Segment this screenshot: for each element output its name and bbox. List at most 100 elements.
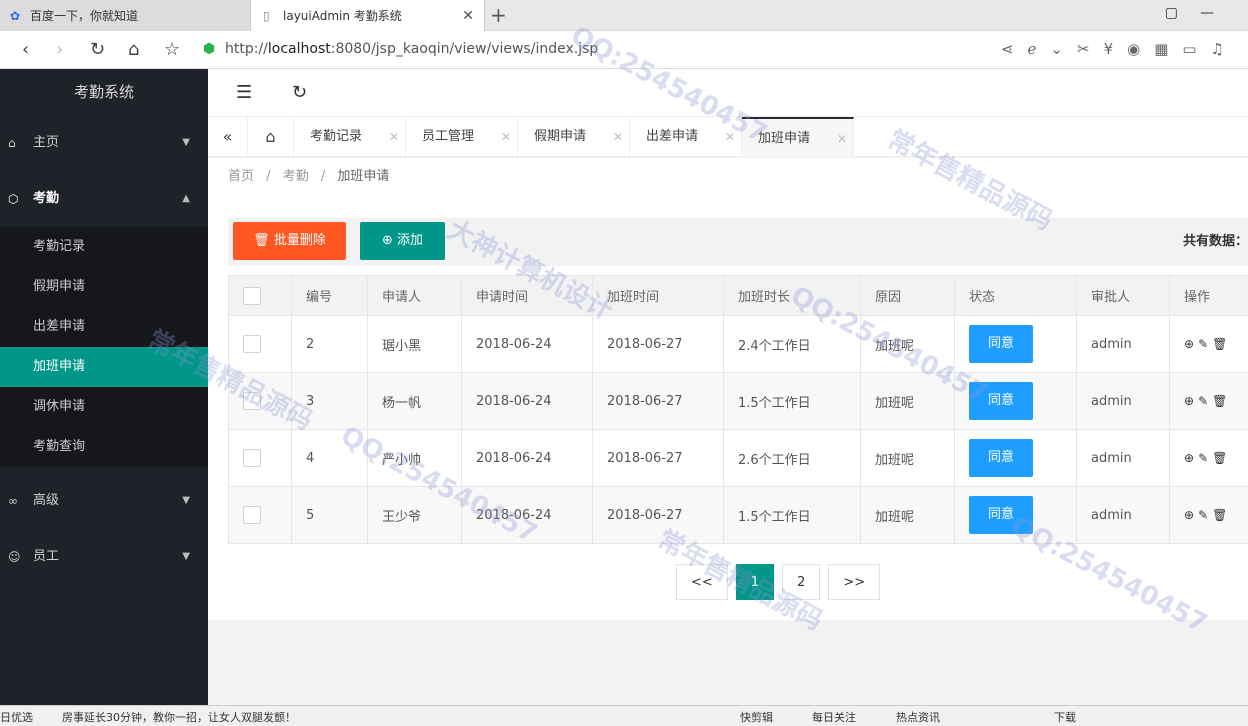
taskbar-item[interactable]: 每日关注 [812, 709, 856, 725]
tab-leave[interactable]: 假期申请 ✕ [518, 117, 630, 157]
sidebar-subitem-dayoff[interactable]: 调休申请 [0, 387, 208, 427]
caret-up-icon: ▲ [182, 193, 190, 204]
app-title: 考勤系统 [73, 83, 134, 101]
infinity-icon: ∞ [8, 494, 18, 508]
sidebar-item-attendance[interactable]: ⬡ 考勤 ▲ [0, 171, 208, 227]
url-field[interactable]: http://localhost:8080/jsp_kaoqin/view/vi… [225, 41, 598, 57]
status-button[interactable]: 同意 [969, 496, 1033, 534]
column-header: 审批人 [1076, 275, 1170, 316]
tab-staff[interactable]: 员工管理 ✕ [406, 117, 518, 157]
back-icon[interactable]: ‹ [22, 39, 29, 60]
tab-records[interactable]: 考勤记录 ✕ [294, 117, 406, 157]
column-header: 状态 [954, 275, 1077, 316]
status-taskbar: 日优选 房事延长30分钟，教你一招，让女人双腿发颤！ 快剪辑 每日关注 热点资讯… [0, 705, 1248, 726]
row-checkbox[interactable] [243, 335, 261, 353]
page-icon: ▯ [263, 8, 270, 23]
column-header: 申请时间 [461, 275, 593, 316]
breadcrumb-home[interactable]: 首页 [228, 169, 254, 184]
caret-down-icon: ▼ [182, 137, 190, 148]
refresh-icon[interactable]: ↻ [292, 82, 307, 103]
browser-tab-layui[interactable]: ▯ layuiAdmin 考勤系统 ✕ [250, 0, 485, 31]
browser-toolbar-icons[interactable]: ⋖ℯ⌄✂¥◉▦▭♫ [1001, 40, 1238, 58]
content-panel: 🗑 批量删除 ⊕ 添加 共有数据： 编号 申请人 申请时间 加班时间 加班时长 … [208, 196, 1248, 620]
edit-icon[interactable]: ✎ [1198, 508, 1212, 522]
total-count-label: 共有数据： [1182, 234, 1248, 249]
taskbar-item[interactable]: 下载 [1054, 709, 1076, 725]
row-checkbox[interactable] [243, 392, 261, 410]
select-all-checkbox[interactable] [243, 286, 261, 305]
batch-delete-button[interactable]: 🗑 批量删除 [233, 222, 346, 260]
taskbar-left[interactable]: 日优选 [0, 709, 33, 725]
main-area: ☰ ↻ « ⌂ 考勤记录 ✕ 员工管理 ✕ 假期申请 ✕ 出差申请 ✕ 加班申请 ✕ 首页… [208, 69, 1248, 705]
edit-icon[interactable]: ✎ [1198, 451, 1212, 465]
sidebar-subitem-records[interactable]: 考勤记录 [0, 227, 208, 267]
taskbar-news[interactable]: 房事延长30分钟，教你一招，让女人双腿发颤！ [62, 709, 296, 725]
delete-icon[interactable]: 🗑 [1212, 508, 1231, 522]
reload-icon[interactable]: ↻ [90, 39, 105, 60]
close-icon[interactable]: ✕ [837, 119, 847, 159]
browser-tab-title: 百度一下，你就知道 [30, 9, 139, 23]
table-row: 2 琚小黑 2018-06-24 2018-06-27 2.4个工作日 加班呢 … [228, 315, 1248, 373]
pager-prev[interactable]: << [676, 564, 728, 600]
sidebar-subitem-leave[interactable]: 假期申请 [0, 267, 208, 307]
tab-overtime[interactable]: 加班申请 ✕ [742, 117, 854, 157]
row-checkbox[interactable] [243, 506, 261, 524]
home-icon[interactable]: ⌂ [128, 39, 139, 60]
tabs-scroll-left-icon[interactable]: « [208, 117, 248, 157]
column-header: 原因 [860, 275, 955, 316]
pagination: << 1 2 >> [676, 564, 888, 600]
house-icon: ⌂ [8, 136, 16, 150]
sidebar-item-advanced[interactable]: ∞ 高级 ▼ [0, 473, 208, 529]
attendance-submenu: 考勤记录 假期申请 出差申请 加班申请 调休申请 考勤查询 [0, 227, 208, 467]
home-tab-icon[interactable]: ⌂ [248, 117, 294, 157]
close-icon[interactable]: ✕ [389, 117, 399, 157]
download-icon[interactable]: ⊕ [1184, 337, 1198, 351]
add-button[interactable]: ⊕ 添加 [360, 222, 445, 260]
edit-icon[interactable]: ✎ [1198, 394, 1212, 408]
caret-down-icon: ▼ [182, 495, 190, 506]
sidebar-item-staff[interactable]: ☺ 员工 ▼ [0, 529, 208, 585]
browser-tab-baidu[interactable]: ✿ 百度一下，你就知道 [0, 0, 250, 31]
sidebar: 考勤系统 ⌂ 主页 ▼ ⬡ 考勤 ▲ 考勤记录 假期申请 出差申请 加班申请 调… [0, 69, 208, 705]
edit-icon[interactable]: ✎ [1198, 337, 1212, 351]
page-tabs: « ⌂ 考勤记录 ✕ 员工管理 ✕ 假期申请 ✕ 出差申请 ✕ 加班申请 ✕ [208, 117, 1248, 157]
status-button[interactable]: 同意 [969, 439, 1033, 477]
download-icon[interactable]: ⊕ [1184, 394, 1198, 408]
window-controls[interactable]: ▢— [1165, 5, 1236, 21]
sidebar-item-home[interactable]: ⌂ 主页 ▼ [0, 115, 208, 171]
status-button[interactable]: 同意 [969, 325, 1033, 363]
column-header: 操作 [1169, 275, 1248, 316]
delete-icon[interactable]: 🗑 [1212, 337, 1231, 351]
download-icon[interactable]: ⊕ [1184, 451, 1198, 465]
pager-page-1[interactable]: 1 [735, 564, 775, 600]
sidebar-subitem-query[interactable]: 考勤查询 [0, 427, 208, 467]
delete-icon[interactable]: 🗑 [1212, 394, 1231, 408]
column-header: 加班时间 [592, 275, 724, 316]
table-toolbar: 🗑 批量删除 ⊕ 添加 共有数据： [228, 218, 1248, 266]
close-icon[interactable]: ✕ [613, 117, 623, 157]
pager-page-2[interactable]: 2 [782, 564, 821, 600]
trash-icon: 🗑 [253, 233, 270, 248]
menu-toggle-icon[interactable]: ☰ [236, 82, 252, 103]
status-button[interactable]: 同意 [969, 382, 1033, 420]
delete-icon[interactable]: 🗑 [1212, 451, 1231, 465]
tab-trip[interactable]: 出差申请 ✕ [630, 117, 742, 157]
pager-next[interactable]: >> [828, 564, 881, 600]
breadcrumb-section[interactable]: 考勤 [283, 169, 309, 184]
sidebar-subitem-trip[interactable]: 出差申请 [0, 307, 208, 347]
sidebar-subitem-overtime[interactable]: 加班申请 [0, 347, 208, 387]
table-row: 5 王少爷 2018-06-24 2018-06-27 1.5个工作日 加班呢 … [228, 486, 1248, 544]
forward-icon[interactable]: › [56, 39, 63, 60]
close-icon[interactable]: ✕ [725, 117, 735, 157]
download-icon[interactable]: ⊕ [1184, 508, 1198, 522]
taskbar-item[interactable]: 热点资讯 [896, 709, 940, 725]
close-icon[interactable]: ✕ [462, 8, 474, 24]
close-icon[interactable]: ✕ [501, 117, 511, 157]
row-checkbox[interactable] [243, 449, 261, 467]
new-tab-icon[interactable]: + [490, 3, 507, 27]
breadcrumb: 首页 / 考勤 / 加班申请 [208, 158, 1248, 196]
column-header: 编号 [291, 275, 368, 316]
taskbar-item[interactable]: 快剪辑 [740, 709, 773, 725]
overtime-table: 编号 申请人 申请时间 加班时间 加班时长 原因 状态 审批人 操作 2 琚小黑… [228, 275, 1248, 544]
star-icon[interactable]: ☆ [164, 39, 180, 60]
